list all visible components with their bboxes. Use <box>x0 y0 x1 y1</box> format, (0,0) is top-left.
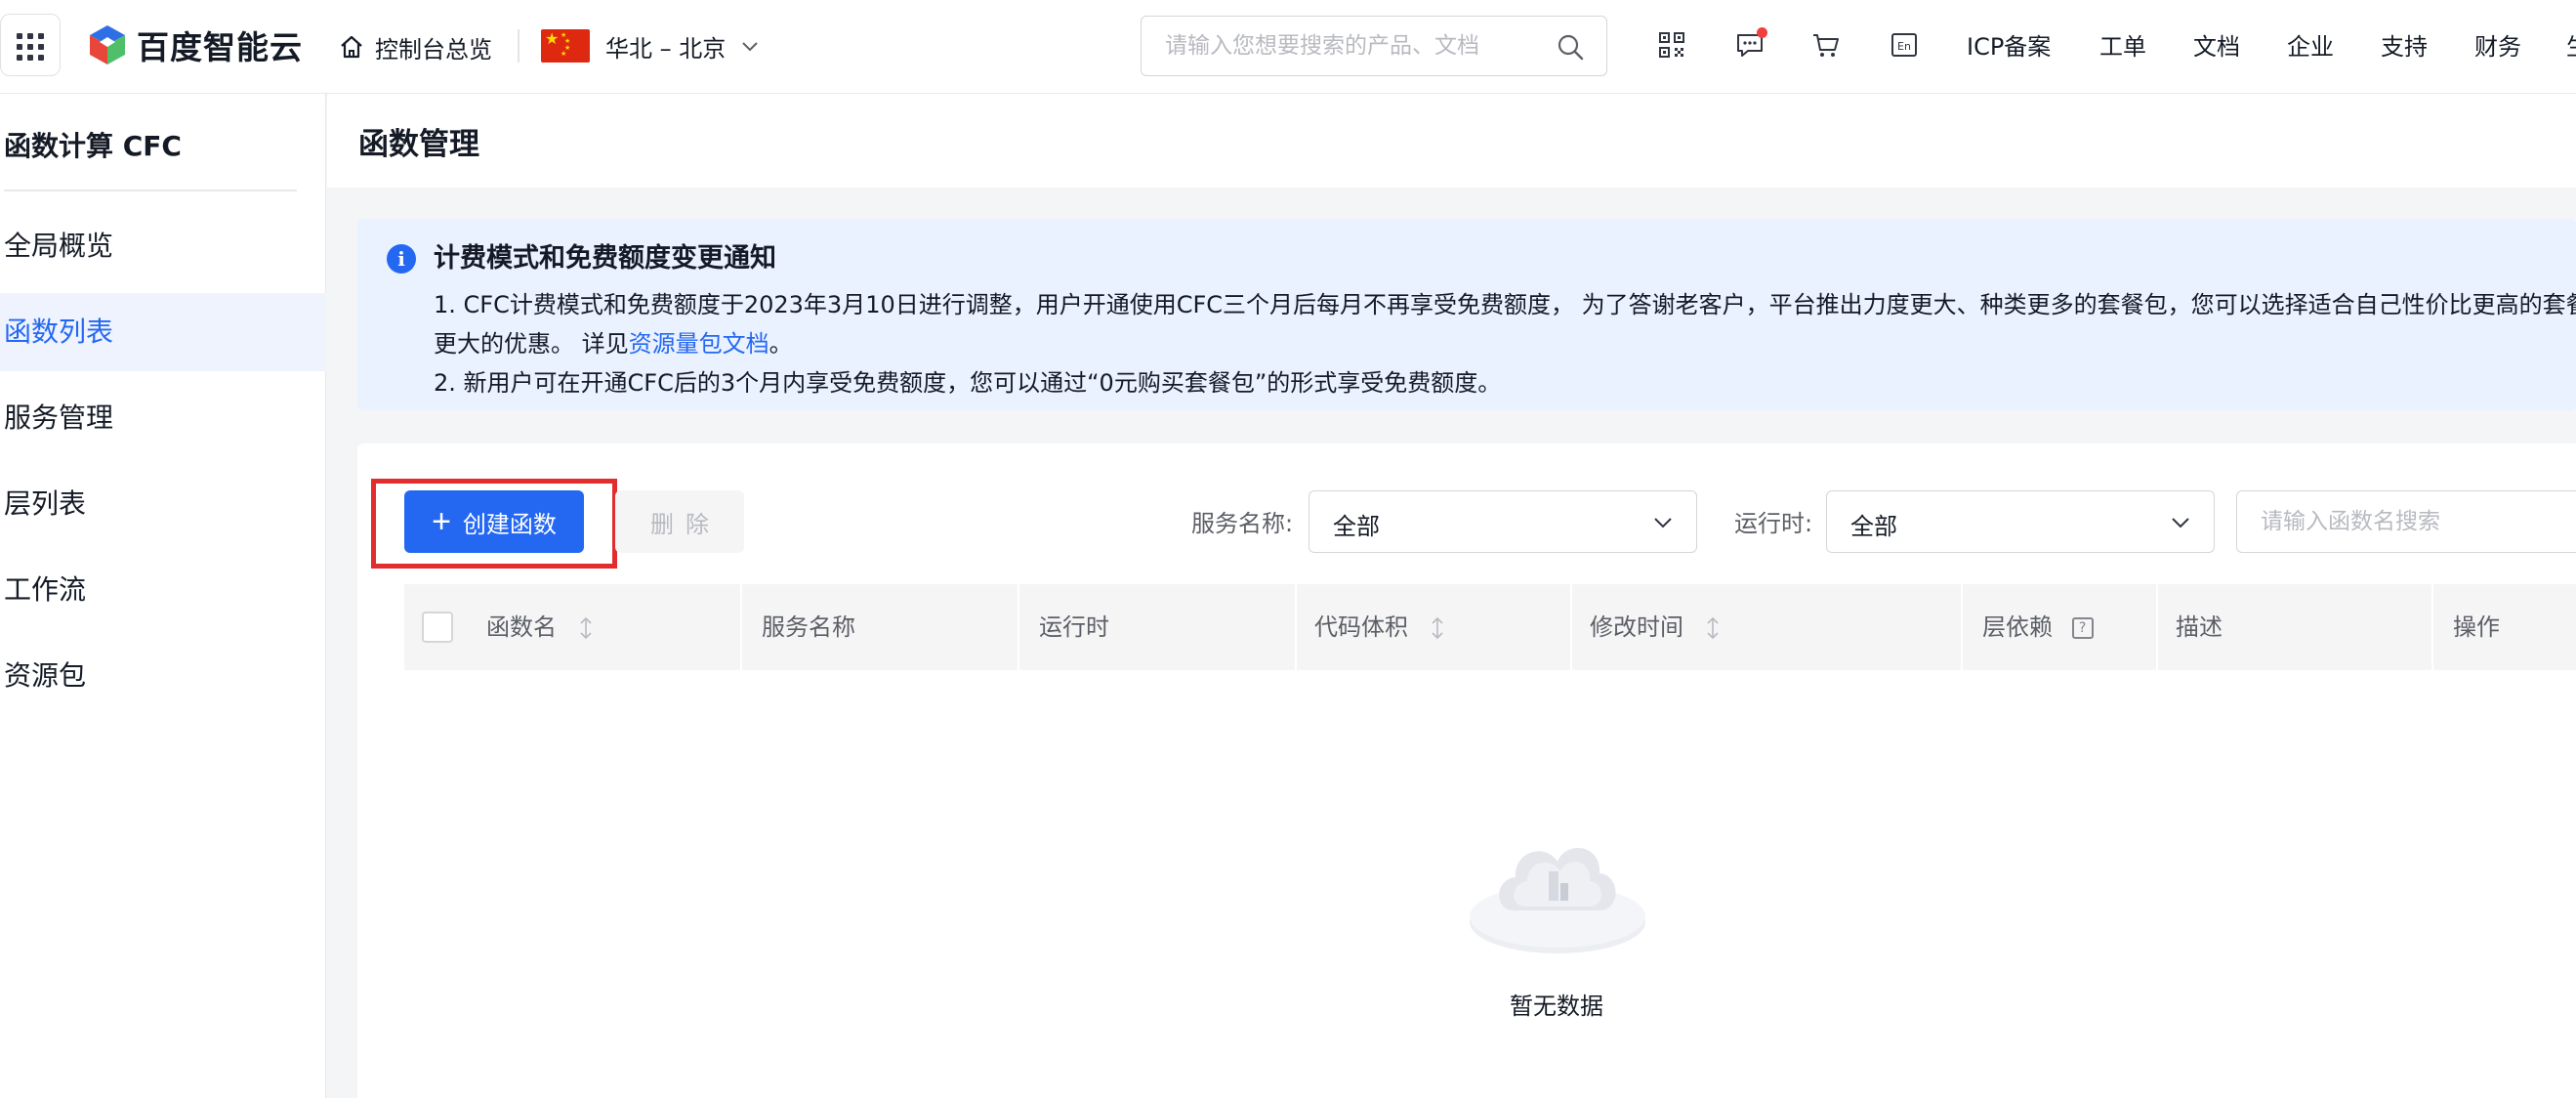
sidebar-item-service-management[interactable]: 服务管理 <box>0 379 326 457</box>
sidebar: 函数计算 CFC 全局概览 函数列表 服务管理 层列表 工作流 资源包 <box>0 94 326 1098</box>
column-header-code-size[interactable]: 代码体积 <box>1314 584 1445 670</box>
link-finance[interactable]: 财务 <box>2474 27 2521 66</box>
column-header-function-name[interactable]: 函数名 <box>486 584 594 670</box>
home-icon <box>341 35 362 59</box>
service-filter-value: 全部 <box>1333 513 1380 540</box>
divider <box>4 190 297 191</box>
qrcode-icon[interactable] <box>1652 25 1691 64</box>
search-icon[interactable] <box>1556 32 1585 62</box>
china-flag-icon: ★ ★ ★ ★ ★ <box>541 29 590 63</box>
global-search[interactable] <box>1141 16 1607 76</box>
svg-text:En: En <box>1897 40 1911 53</box>
service-filter-select[interactable]: 全部 <box>1309 490 1697 553</box>
service-filter-label: 服务名称: <box>1191 510 1294 537</box>
column-header-description: 描述 <box>2176 613 2223 641</box>
console-overview-label: 控制台总览 <box>375 35 492 63</box>
resource-package-doc-link[interactable]: 资源量包文档 <box>629 330 769 358</box>
message-icon[interactable] <box>1730 25 1769 64</box>
sort-icon[interactable] <box>1705 615 1721 641</box>
create-function-button[interactable]: + 创建函数 <box>404 490 584 553</box>
link-ticket[interactable]: 工单 <box>2099 27 2146 66</box>
sort-icon[interactable] <box>1430 615 1445 641</box>
notice-line-3: 2. 新用户可在开通CFC后的3个月内享受免费额度，您可以通过“0元购买套餐包”… <box>434 369 1502 397</box>
link-more[interactable]: 生 <box>2566 27 2576 66</box>
link-docs[interactable]: 文档 <box>2193 27 2240 66</box>
chevron-down-icon <box>2172 518 2189 528</box>
runtime-filter-select[interactable]: 全部 <box>1826 490 2215 553</box>
column-header-actions: 操作 <box>2453 613 2500 641</box>
notice-line-2-suffix: 。 <box>769 330 793 358</box>
select-all-checkbox[interactable] <box>422 612 453 643</box>
sidebar-item-layer-list[interactable]: 层列表 <box>0 465 326 543</box>
divider <box>518 29 519 63</box>
empty-cloud-icon <box>1470 848 1645 953</box>
runtime-filter-label: 运行时: <box>1734 510 1813 537</box>
sidebar-item-function-list[interactable]: 函数列表 <box>0 293 326 371</box>
runtime-filter-value: 全部 <box>1850 513 1897 540</box>
region-label: 华北 – 北京 <box>605 34 727 63</box>
column-header-layer-dependency: 层依赖 ? <box>1982 584 2094 670</box>
info-icon: i <box>387 244 416 274</box>
billing-notice: i 计费模式和免费额度变更通知 1. CFC计费模式和免费额度于2023年3月1… <box>357 219 2576 410</box>
function-name-search[interactable] <box>2236 490 2576 553</box>
sidebar-title: 函数计算 CFC <box>4 130 182 162</box>
notice-title: 计费模式和免费额度变更通知 <box>434 243 776 274</box>
link-icp[interactable]: ICP备案 <box>1967 27 2051 66</box>
table-header: 函数名 服务名称 运行时 代码体积 修改时间 层依赖 ? 描述 操作 <box>404 584 2576 670</box>
notification-dot <box>1757 27 1767 38</box>
global-search-input[interactable] <box>1165 17 1536 75</box>
console-overview-link[interactable]: 控制台总览 <box>338 27 492 66</box>
link-enterprise[interactable]: 企业 <box>2287 27 2334 66</box>
column-header-runtime: 运行时 <box>1039 613 1109 641</box>
help-icon[interactable]: ? <box>2071 617 2094 639</box>
language-en-icon[interactable]: En <box>1885 25 1924 64</box>
brand-logo[interactable]: 百度智能云 <box>86 21 303 68</box>
brand-name: 百度智能云 <box>137 28 303 66</box>
plus-icon: + <box>432 503 451 540</box>
chevron-down-icon <box>1654 518 1672 528</box>
sort-icon[interactable] <box>578 615 594 641</box>
sidebar-item-workflow[interactable]: 工作流 <box>0 551 326 629</box>
function-name-search-input[interactable] <box>2261 491 2554 552</box>
notice-line-2: 更大的优惠。 详见资源量包文档。 <box>434 324 793 359</box>
column-header-service-name: 服务名称 <box>762 613 855 641</box>
empty-state-text: 暂无数据 <box>1510 992 1603 1020</box>
chevron-down-icon <box>742 42 758 52</box>
column-header-modified-time[interactable]: 修改时间 <box>1590 584 1721 670</box>
link-support[interactable]: 支持 <box>2381 27 2428 66</box>
page-header: 函数管理 <box>327 94 2576 188</box>
cart-icon[interactable] <box>1807 25 1846 64</box>
notice-line-1: 1. CFC计费模式和免费额度于2023年3月10日进行调整，用户开通使用CFC… <box>434 291 2576 318</box>
create-function-label: 创建函数 <box>462 511 557 538</box>
delete-button[interactable]: 删除 <box>615 490 744 553</box>
notice-line-2-prefix: 更大的优惠。 详见 <box>434 330 629 358</box>
page-title: 函数管理 <box>358 127 479 162</box>
grid-icon <box>17 33 44 61</box>
sidebar-item-resource-package[interactable]: 资源包 <box>0 637 326 715</box>
baidu-cloud-logo-icon <box>90 25 125 64</box>
sidebar-item-overview[interactable]: 全局概览 <box>0 207 326 285</box>
region-selector[interactable]: ★ ★ ★ ★ ★ 华北 – 北京 <box>541 25 761 66</box>
top-navigation-bar: 百度智能云 控制台总览 ★ ★ ★ ★ ★ 华北 – 北京 请输入您想要搜索的产… <box>0 0 2576 94</box>
app-grid-menu-button[interactable] <box>0 14 61 76</box>
